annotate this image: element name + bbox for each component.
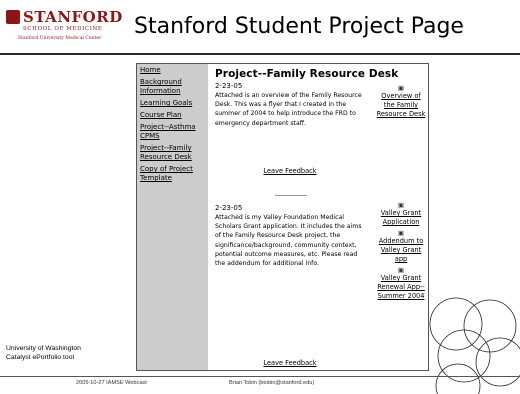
nav-link-course-plan[interactable]: Course Plan [140, 111, 206, 120]
footer-author: Brian Tobin (btobin@stanford.edu) [229, 380, 315, 386]
nav-link-family-resource[interactable]: Project--Family Resource Desk [140, 144, 206, 162]
document-icon: ▣ [397, 229, 405, 237]
entry: 2-23-05 Attached is my Valley Foundation… [215, 202, 427, 301]
attachment-label[interactable]: Valley Grant Renewal App--Summer 2004 [375, 274, 427, 301]
decorative-rings [429, 297, 520, 394]
document-icon: ▣ [397, 84, 405, 92]
nav-link-background[interactable]: Background Information [140, 78, 206, 96]
tool-caption: University of Washington Catalyst ePortf… [6, 344, 81, 362]
title-divider [0, 53, 520, 55]
stanford-seal-icon [6, 10, 20, 24]
attachments: ▣ Valley Grant Application ▣ Addendum to… [375, 202, 427, 304]
attachment-link[interactable]: ▣ Valley Grant Renewal App--Summer 2004 [375, 267, 427, 301]
attachment-label[interactable]: Addendum to Valley Grant app [375, 237, 427, 264]
footer-divider [0, 376, 520, 377]
entry-text: Attached is an overview of the Family Re… [215, 92, 362, 127]
slide-title: Stanford Student Project Page [134, 14, 464, 39]
main-content: Project--Family Resource Desk 2-23-05 At… [215, 64, 427, 370]
attachment-link[interactable]: ▣ Overview of the Family Resource Desk [375, 85, 427, 119]
leave-feedback-link[interactable]: Leave Feedback [215, 359, 365, 367]
logo-tagline: Stanford University Medical Center [18, 36, 102, 41]
leave-feedback-link[interactable]: Leave Feedback [215, 167, 365, 175]
nav-link-learning-goals[interactable]: Learning Goals [140, 99, 206, 108]
page-title: Project--Family Resource Desk [215, 68, 399, 80]
nav-link-asthma[interactable]: Project--Asthma CPMS [140, 123, 206, 141]
attachment-link[interactable]: ▣ Addendum to Valley Grant app [375, 230, 427, 264]
document-icon: ▣ [397, 266, 405, 274]
document-icon: ▣ [397, 201, 405, 209]
attachment-label[interactable]: Overview of the Family Resource Desk [375, 92, 427, 119]
sidebar-nav: Home Background Information Learning Goa… [140, 66, 206, 186]
entry-divider [275, 195, 307, 196]
caption-line: Catalyst ePortfolio tool [6, 354, 75, 361]
ring [435, 363, 481, 394]
nav-link-home[interactable]: Home [140, 66, 206, 75]
stanford-logo: STANFORD SCHOOL OF MEDICINE Stanford Uni… [6, 8, 124, 48]
attachment-link[interactable]: ▣ Valley Grant Application [375, 202, 427, 227]
logo-name: STANFORD [23, 8, 123, 26]
footer-event: 2005-10-27 IAMSE Webcast [76, 380, 147, 386]
entry: 2-23-05 Attached is an overview of the F… [215, 82, 427, 128]
portfolio-screenshot: Home Background Information Learning Goa… [136, 63, 429, 371]
entry-text: Attached is my Valley Foundation Medical… [215, 214, 362, 268]
sidebar: Home Background Information Learning Goa… [137, 64, 208, 370]
caption-line: University of Washington [6, 345, 81, 352]
ring [437, 329, 491, 383]
nav-link-template[interactable]: Copy of Project Template [140, 165, 206, 183]
attachment-label[interactable]: Valley Grant Application [375, 209, 427, 227]
attachments: ▣ Overview of the Family Resource Desk [375, 85, 427, 122]
ring [475, 337, 520, 387]
logo-subtitle: SCHOOL OF MEDICINE [23, 26, 103, 32]
ring [463, 299, 517, 353]
